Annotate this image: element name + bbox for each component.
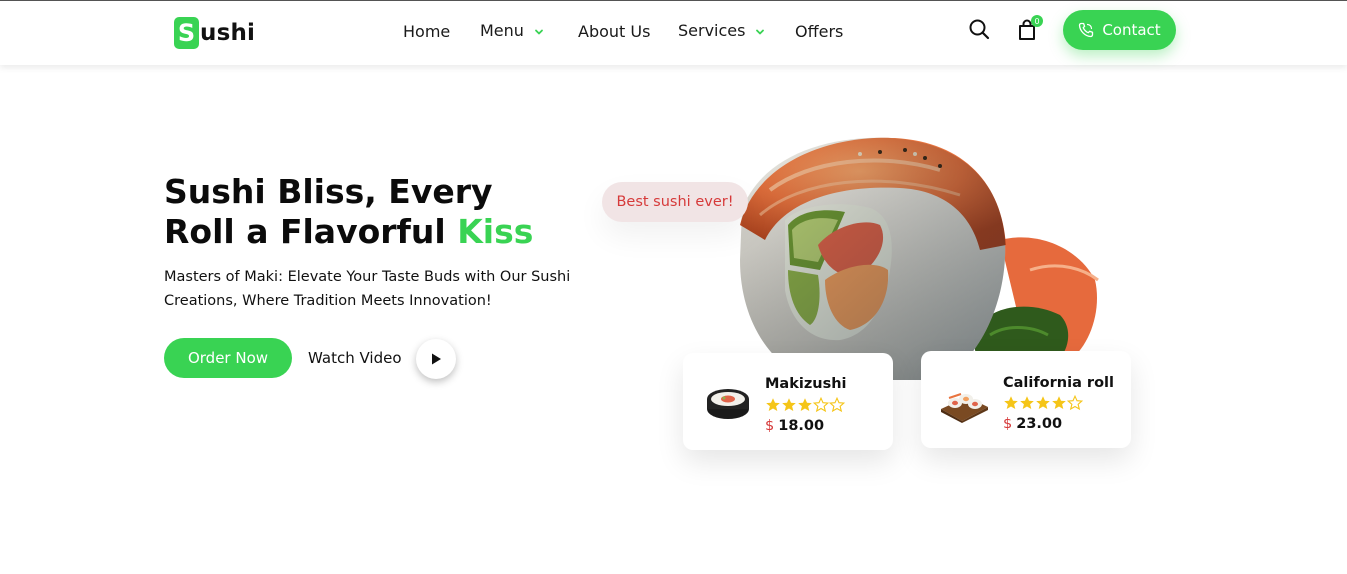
phone-icon (1079, 22, 1094, 38)
star-filled-icon (1036, 396, 1050, 409)
nav-home-label: Home (403, 22, 451, 41)
product-card-california-roll[interactable]: California roll $23.00 (921, 351, 1131, 448)
nav-services-label: Services (678, 21, 746, 40)
play-icon (432, 353, 441, 365)
review-bubble: Best sushi ever! (602, 182, 748, 222)
rating-stars (1003, 395, 1083, 411)
logo-badge: S (174, 17, 199, 49)
contact-label: Contact (1102, 21, 1161, 39)
star-filled-icon (1004, 396, 1018, 409)
logo-text: ushi (200, 20, 256, 46)
product-name: Makizushi (765, 376, 847, 392)
nav-home[interactable]: Home (403, 22, 450, 41)
product-price: $18.00 (765, 418, 824, 434)
nav-about-label: About Us (578, 22, 651, 41)
order-now-label: Order Now (187, 349, 269, 367)
product-price: $23.00 (1003, 416, 1062, 432)
hero-subtitle: Masters of Maki: Elevate Your Taste Buds… (164, 269, 571, 309)
rating-stars (765, 397, 845, 413)
logo[interactable]: S ushi (174, 17, 255, 49)
nav-offers[interactable]: Offers (795, 22, 843, 41)
star-filled-icon (798, 398, 812, 411)
hero-title: Sushi Bliss, Every Roll a Flavorful Kiss (164, 172, 584, 252)
search-button[interactable] (968, 18, 990, 40)
makizushi-image (707, 389, 749, 419)
nav-offers-label: Offers (795, 22, 844, 41)
navbar: S ushi Home Menu About Us Services Offer… (0, 1, 1347, 65)
star-filled-icon (1052, 396, 1066, 409)
search-icon (969, 19, 990, 40)
order-now-button[interactable]: Order Now (164, 338, 292, 378)
currency-symbol: $ (1003, 416, 1013, 432)
nav-services[interactable]: Services (678, 21, 766, 40)
nav-menu[interactable]: Menu (480, 21, 545, 40)
price-value: 23.00 (1016, 416, 1063, 432)
watch-video-link[interactable]: Watch Video (308, 349, 402, 367)
cart-button[interactable]: 0 (1017, 15, 1043, 41)
star-filled-icon (766, 398, 780, 411)
product-name: California roll (1003, 375, 1114, 391)
chevron-down-icon (535, 29, 543, 35)
star-empty-icon (1067, 395, 1083, 411)
product-card-makizushi[interactable]: Makizushi $18.00 (683, 353, 893, 450)
star-filled-icon (1020, 396, 1034, 409)
cart-count-badge: 0 (1031, 15, 1043, 27)
california-roll-image (941, 393, 988, 423)
hero-title-line2: Roll a Flavorful (164, 212, 458, 251)
nav-menu-label: Menu (480, 21, 524, 40)
review-bubble-text: Best sushi ever! (616, 194, 734, 210)
currency-symbol: $ (765, 418, 775, 434)
star-filled-icon (782, 398, 796, 411)
play-video-button[interactable] (416, 339, 456, 379)
chevron-down-icon (756, 29, 765, 35)
star-empty-icon (829, 397, 845, 413)
nav-about[interactable]: About Us (578, 22, 650, 41)
hero-title-line1: Sushi Bliss, Every (164, 172, 493, 211)
price-value: 18.00 (778, 418, 825, 434)
contact-button[interactable]: Contact (1063, 10, 1176, 50)
hero-title-accent: Kiss (457, 212, 534, 251)
star-empty-icon (813, 397, 829, 413)
